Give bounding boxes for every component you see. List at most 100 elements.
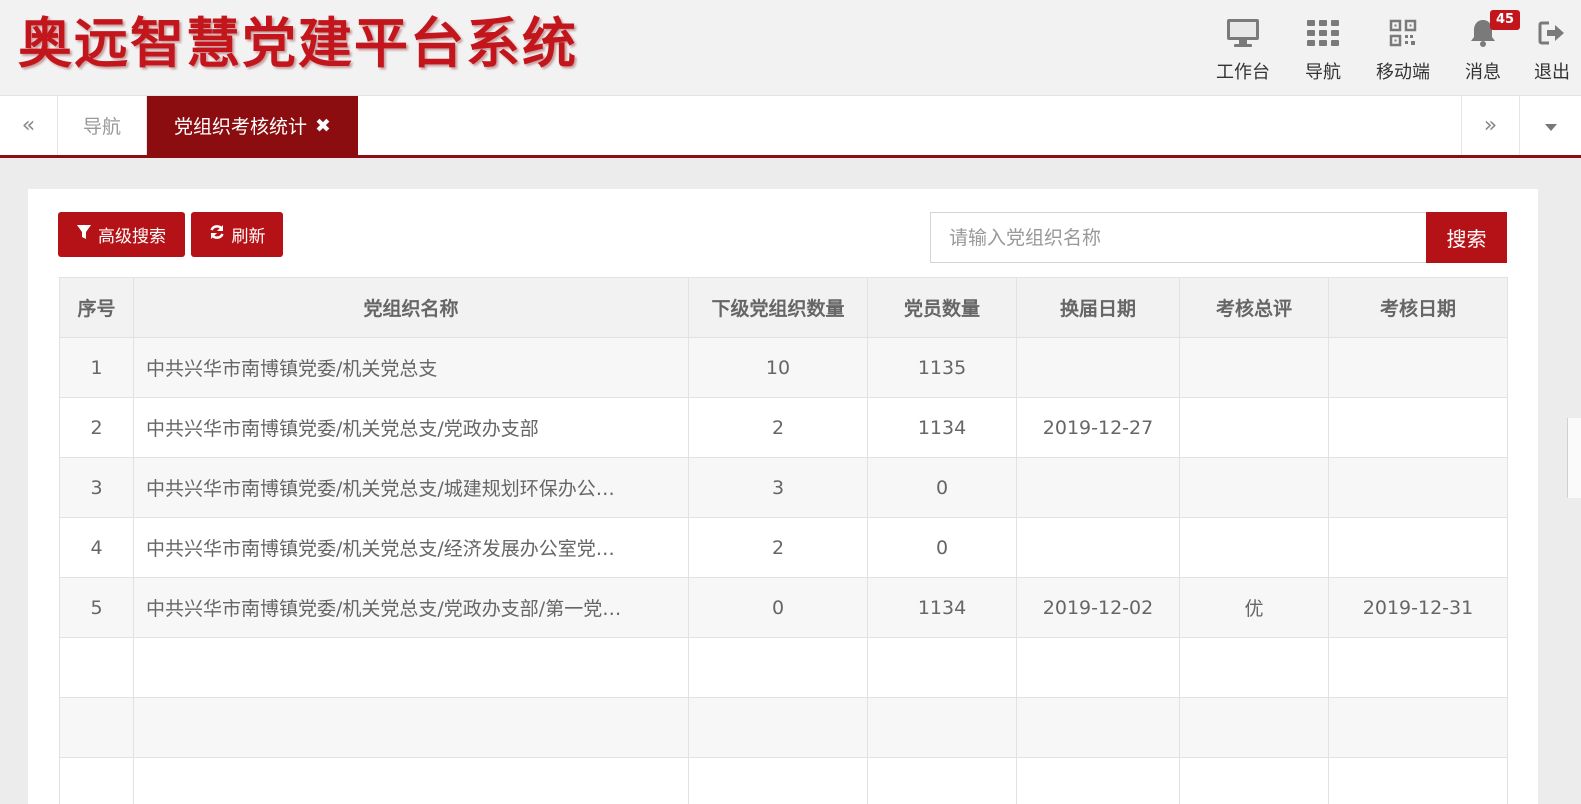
cell-member-count: 0 (867, 457, 1017, 518)
empty-cell (59, 697, 134, 758)
table-row-empty (59, 757, 1508, 804)
cell-org-name: 中共兴华市南博镇党委/机关党总支 (133, 337, 689, 398)
top-nav: 工作台 导航 移动端 45 消息 退出 (1203, 10, 1581, 84)
column-header[interactable]: 下级党组织数量 (688, 277, 868, 338)
grid-icon (1306, 18, 1340, 48)
tab-label: 党组织考核统计 (174, 116, 308, 138)
table-header-row: 序号 党组织名称 下级党组织数量 党员数量 换届日期 考核总评 考核日期 (59, 277, 1508, 338)
cell-member-count: 1135 (867, 337, 1017, 398)
tabs-dropdown-button[interactable] (1519, 96, 1581, 155)
column-header[interactable]: 党组织名称 (133, 277, 689, 338)
cell-sub-org-count: 2 (688, 517, 868, 578)
empty-cell (1328, 757, 1508, 804)
empty-cell (1179, 637, 1329, 698)
cell-assessment-rating (1179, 337, 1329, 398)
assessment-table: 序号 党组织名称 下级党组织数量 党员数量 换届日期 考核总评 考核日期 1 中… (59, 277, 1508, 804)
cell-term-date: 2019-12-02 (1016, 577, 1180, 638)
monitor-icon (1226, 18, 1260, 48)
cell-term-date (1016, 517, 1180, 578)
empty-cell (867, 637, 1017, 698)
table-row[interactable]: 4 中共兴华市南博镇党委/机关党总支/经济发展办公室党… 2 0 (59, 517, 1508, 578)
empty-cell (1016, 757, 1180, 804)
search-input[interactable] (930, 212, 1427, 263)
refresh-icon (209, 224, 225, 245)
cell-sub-org-count: 2 (688, 397, 868, 458)
cell-assessment-date (1328, 337, 1508, 398)
messages-button[interactable]: 45 消息 (1443, 10, 1523, 84)
logout-label: 退出 (1534, 62, 1570, 83)
empty-cell (688, 697, 868, 758)
tab-bar: « 导航 党组织考核统计 ✖ » (0, 96, 1581, 158)
table-row-empty (59, 637, 1508, 698)
app-header: 奥远智慧党建平台系统 工作台 导航 移动端 45 消息 退出 (0, 0, 1581, 96)
cell-index: 3 (59, 457, 134, 518)
cell-assessment-date: 2019-12-31 (1328, 577, 1508, 638)
cell-org-name: 中共兴华市南博镇党委/机关党总支/党政办支部/第一党… (133, 577, 689, 638)
column-header[interactable]: 序号 (59, 277, 134, 338)
cell-index: 2 (59, 397, 134, 458)
cell-member-count: 1134 (867, 397, 1017, 458)
cell-index: 4 (59, 517, 134, 578)
empty-cell (867, 757, 1017, 804)
column-header[interactable]: 考核总评 (1179, 277, 1329, 338)
refresh-label: 刷新 (231, 227, 266, 247)
cell-sub-org-count: 3 (688, 457, 868, 518)
content-panel: 高级搜索 刷新 搜索 序号 党组织名称 下级党组织数量 党员数量 换届日期 考核… (28, 189, 1538, 804)
workbench-label: 工作台 (1216, 62, 1270, 83)
close-icon[interactable]: ✖ (315, 115, 331, 137)
cell-assessment-date (1328, 457, 1508, 518)
empty-cell (867, 697, 1017, 758)
cell-term-date (1016, 457, 1180, 518)
scrollbar[interactable] (1567, 418, 1581, 498)
table-row[interactable]: 1 中共兴华市南博镇党委/机关党总支 10 1135 (59, 337, 1508, 398)
refresh-button[interactable]: 刷新 (191, 212, 283, 257)
empty-cell (59, 757, 134, 804)
logout-button[interactable]: 退出 (1523, 12, 1581, 84)
tab-party-org-assessment[interactable]: 党组织考核统计 ✖ (147, 96, 358, 155)
messages-label: 消息 (1465, 62, 1501, 83)
empty-cell (59, 637, 134, 698)
cell-assessment-date (1328, 397, 1508, 458)
table-row[interactable]: 3 中共兴华市南博镇党委/机关党总支/城建规划环保办公… 3 0 (59, 457, 1508, 518)
navigation-button[interactable]: 导航 (1283, 12, 1363, 84)
message-count-badge: 45 (1490, 10, 1521, 30)
empty-cell (1328, 637, 1508, 698)
cell-term-date: 2019-12-27 (1016, 397, 1180, 458)
column-header[interactable]: 换届日期 (1016, 277, 1180, 338)
advanced-search-button[interactable]: 高级搜索 (58, 212, 185, 257)
mobile-button[interactable]: 移动端 (1363, 12, 1443, 84)
table-row[interactable]: 5 中共兴华市南博镇党委/机关党总支/党政办支部/第一党… 0 1134 201… (59, 577, 1508, 638)
empty-cell (1016, 637, 1180, 698)
empty-cell (1179, 697, 1329, 758)
search-button[interactable]: 搜索 (1426, 212, 1507, 263)
empty-cell (133, 757, 689, 804)
cell-sub-org-count: 10 (688, 337, 868, 398)
app-title: 奥远智慧党建平台系统 (18, 11, 578, 75)
filter-icon (77, 224, 91, 245)
advanced-search-label: 高级搜索 (98, 227, 166, 247)
column-header[interactable]: 考核日期 (1328, 277, 1508, 338)
empty-cell (1328, 697, 1508, 758)
navigation-label: 导航 (1305, 62, 1341, 83)
tab-navigation[interactable]: 导航 (58, 96, 147, 155)
cell-org-name: 中共兴华市南博镇党委/机关党总支/党政办支部 (133, 397, 689, 458)
cell-assessment-rating: 优 (1179, 577, 1329, 638)
empty-cell (688, 637, 868, 698)
empty-cell (1179, 757, 1329, 804)
cell-member-count: 0 (867, 517, 1017, 578)
column-header[interactable]: 党员数量 (867, 277, 1017, 338)
tabs-scroll-right-button[interactable]: » (1461, 96, 1519, 155)
table-row[interactable]: 2 中共兴华市南博镇党委/机关党总支/党政办支部 2 1134 2019-12-… (59, 397, 1508, 458)
table-row-empty (59, 697, 1508, 758)
tabs-scroll-left-button[interactable]: « (0, 96, 58, 155)
cell-org-name: 中共兴华市南博镇党委/机关党总支/经济发展办公室党… (133, 517, 689, 578)
empty-cell (133, 637, 689, 698)
cell-assessment-rating (1179, 457, 1329, 518)
cell-sub-org-count: 0 (688, 577, 868, 638)
workbench-button[interactable]: 工作台 (1203, 12, 1283, 84)
cell-index: 5 (59, 577, 134, 638)
cell-member-count: 1134 (867, 577, 1017, 638)
qrcode-icon (1386, 18, 1420, 48)
cell-org-name: 中共兴华市南博镇党委/机关党总支/城建规划环保办公… (133, 457, 689, 518)
empty-cell (133, 697, 689, 758)
